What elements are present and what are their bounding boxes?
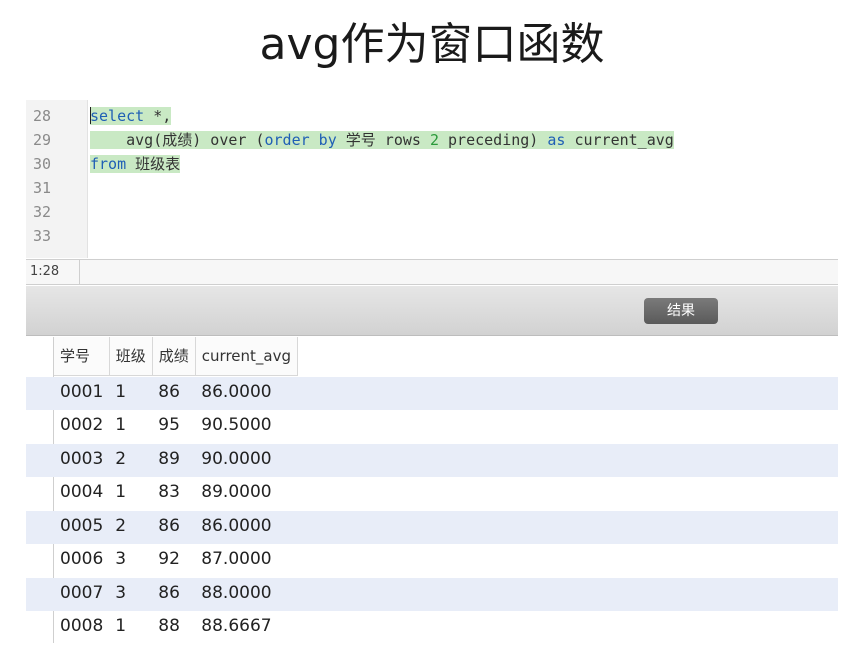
- cell[interactable]: 86: [152, 375, 195, 409]
- code-text: preceding): [439, 131, 548, 149]
- cell[interactable]: 3: [109, 543, 152, 577]
- line-number: 33: [33, 227, 52, 245]
- cell[interactable]: 0006: [54, 543, 109, 577]
- code-line-30[interactable]: from 班级表: [90, 152, 838, 176]
- results-toolbar: 结果: [26, 286, 838, 336]
- code-text: current_avg: [565, 131, 674, 149]
- code-line-29[interactable]: avg(成绩) over (order by 学号 rows 2 precedi…: [90, 128, 838, 152]
- table-row[interactable]: 0005 2 86 86.0000: [54, 509, 298, 543]
- cell[interactable]: 0003: [54, 442, 109, 476]
- row-header[interactable]: [26, 544, 54, 577]
- line-number-gutter: 28 29 30 31 32 33: [26, 100, 88, 258]
- cell[interactable]: 0007: [54, 576, 109, 610]
- cell[interactable]: 88.0000: [195, 576, 297, 610]
- code-text: avg(成绩) over (: [90, 131, 265, 149]
- tab-results[interactable]: 结果: [644, 298, 718, 324]
- cell[interactable]: 0001: [54, 375, 109, 409]
- cell[interactable]: 95: [152, 409, 195, 443]
- sql-editor[interactable]: 28 29 30 31 32 33 select *, avg(成绩) over…: [26, 100, 838, 258]
- cell[interactable]: 86.0000: [195, 375, 297, 409]
- results-grid[interactable]: 学号 班级 成绩 current_avg 0001 1 86 86.0000 0002…: [26, 337, 838, 643]
- code-area[interactable]: select *, avg(成绩) over (order by 学号 rows…: [90, 104, 838, 176]
- row-header[interactable]: [26, 444, 54, 477]
- cell[interactable]: 1: [109, 476, 152, 510]
- cell[interactable]: 2: [109, 442, 152, 476]
- row-header[interactable]: [26, 377, 54, 410]
- line-number: 29: [33, 131, 52, 149]
- keyword: from: [90, 155, 127, 173]
- header-row: 学号 班级 成绩 current_avg: [54, 337, 299, 376]
- cell[interactable]: 86.0000: [195, 509, 297, 543]
- table-row[interactable]: 0007 3 86 88.0000: [54, 576, 298, 610]
- code-text: 班级表: [126, 155, 181, 173]
- keyword: order by: [264, 131, 337, 149]
- cell[interactable]: 89: [152, 442, 195, 476]
- cell[interactable]: 1: [109, 375, 152, 409]
- cell[interactable]: 0005: [54, 509, 109, 543]
- results-table[interactable]: 学号 班级 成绩 current_avg 0001 1 86 86.0000 0002…: [54, 337, 299, 644]
- table-row[interactable]: 0008 1 88 88.6667: [54, 610, 298, 644]
- cell[interactable]: 0004: [54, 476, 109, 510]
- table-row[interactable]: 0001 1 86 86.0000: [54, 375, 298, 409]
- table-row[interactable]: 0004 1 83 89.0000: [54, 476, 298, 510]
- column-header-xuehao[interactable]: 学号: [54, 337, 110, 376]
- line-number: 31: [33, 179, 52, 197]
- cell[interactable]: 1: [109, 409, 152, 443]
- cell[interactable]: 90.5000: [195, 409, 297, 443]
- cell[interactable]: 88: [152, 610, 195, 644]
- cell[interactable]: 1: [109, 610, 152, 644]
- cell[interactable]: 89.0000: [195, 476, 297, 510]
- column-header-current-avg[interactable]: current_avg: [195, 337, 299, 376]
- keyword: as: [547, 131, 566, 149]
- slide-title: avg作为窗口函数: [259, 19, 605, 70]
- line-number: 28: [33, 107, 52, 125]
- code-text: *,: [144, 107, 172, 125]
- row-header[interactable]: [26, 578, 54, 611]
- keyword: select: [90, 107, 145, 125]
- cell[interactable]: 0002: [54, 409, 109, 443]
- cell[interactable]: 0008: [54, 610, 109, 644]
- line-number: 30: [33, 155, 52, 173]
- cell[interactable]: 88.6667: [195, 610, 297, 644]
- number-literal: 2: [429, 131, 439, 149]
- column-header-banji[interactable]: 班级: [109, 337, 153, 376]
- cell[interactable]: 86: [152, 509, 195, 543]
- row-header[interactable]: [26, 477, 54, 510]
- cell[interactable]: 83: [152, 476, 195, 510]
- table-row[interactable]: 0006 3 92 87.0000: [54, 543, 298, 577]
- row-header[interactable]: [26, 410, 54, 443]
- cell[interactable]: 3: [109, 576, 152, 610]
- column-header-chengji[interactable]: 成绩: [152, 337, 196, 376]
- cell[interactable]: 86: [152, 576, 195, 610]
- cell[interactable]: 92: [152, 543, 195, 577]
- table-row[interactable]: 0002 1 95 90.5000: [54, 409, 298, 443]
- table-row[interactable]: 0003 2 89 90.0000: [54, 442, 298, 476]
- row-header[interactable]: [26, 511, 54, 544]
- code-line-28[interactable]: select *,: [90, 104, 838, 128]
- row-header-gutter: [26, 337, 54, 643]
- cell[interactable]: 87.0000: [195, 543, 297, 577]
- line-number: 32: [33, 203, 52, 221]
- cell[interactable]: 2: [109, 509, 152, 543]
- code-text: 学号 rows: [336, 131, 430, 149]
- cell[interactable]: 90.0000: [195, 442, 297, 476]
- row-header[interactable]: [26, 611, 54, 644]
- cursor-position: 1:28: [26, 260, 80, 284]
- editor-status-bar: 1:28: [26, 259, 838, 285]
